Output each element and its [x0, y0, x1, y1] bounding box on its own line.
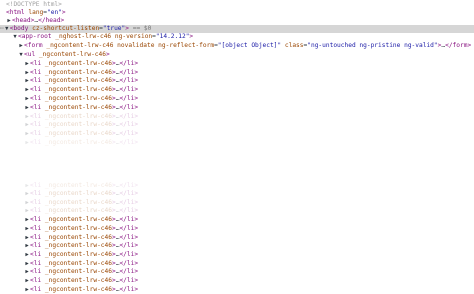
- list-item[interactable]: ▶<li _ngcontent-lrw-c46>…</li>: [0, 207, 474, 215]
- list-item[interactable]: ▶<li _ngcontent-lrw-c46>…</li>: [0, 199, 474, 207]
- ul-node[interactable]: ▼<ul _ngcontent-lrw-c46>: [0, 51, 474, 59]
- list-item[interactable]: ▶<li _ngcontent-lrw-c46>…</li>: [0, 242, 474, 250]
- list-item[interactable]: ▶<li _ngcontent-lrw-c46>…</li>: [0, 190, 474, 198]
- body-node[interactable]: ⋯▼<body cz-shortcut-listen="true"> == $0: [0, 25, 474, 34]
- doctype-text: <!DOCTYPE html>: [6, 1, 62, 8]
- selected-marker: == $0: [132, 25, 152, 32]
- list-item[interactable]: ▶<li _ngcontent-lrw-c46>…</li>: [0, 182, 474, 190]
- list-item[interactable]: ▶<li _ngcontent-lrw-c46>…</li>: [0, 86, 474, 94]
- doctype-node[interactable]: <!DOCTYPE html>: [0, 1, 474, 9]
- list-item[interactable]: ▶<li _ngcontent-lrw-c46>…</li>: [0, 95, 474, 103]
- list-item[interactable]: ▶<li _ngcontent-lrw-c46>…</li>: [0, 60, 474, 68]
- app-root-node[interactable]: ▼<app-root _nghost-lrw-c46 ng-version="1…: [0, 33, 474, 41]
- list-item[interactable]: ▶<li _ngcontent-lrw-c46>…</li>: [0, 234, 474, 242]
- list-item[interactable]: ▶<li _ngcontent-lrw-c46>…</li>: [0, 130, 474, 138]
- list-item[interactable]: ▶<li _ngcontent-lrw-c46>…</li>: [0, 277, 474, 285]
- list-item[interactable]: ▶<li _ngcontent-lrw-c46>…</li>: [0, 77, 474, 85]
- dom-tree-panel: <!DOCTYPE html> <html lang="en"> ▶<head>…: [0, 0, 474, 293]
- html-node[interactable]: <html lang="en">: [0, 9, 474, 17]
- list-item[interactable]: ▶<li _ngcontent-lrw-c46>…</li>: [0, 69, 474, 77]
- list-item[interactable]: ▶<li _ngcontent-lrw-c46>…</li>: [0, 216, 474, 224]
- list-item[interactable]: ▶<li _ngcontent-lrw-c46>…</li>: [0, 104, 474, 112]
- list-item[interactable]: ▶<li _ngcontent-lrw-c46>…</li>: [0, 268, 474, 276]
- list-item[interactable]: ▶<li _ngcontent-lrw-c46>…</li>: [0, 113, 474, 121]
- list-item[interactable]: ▶<li _ngcontent-lrw-c46>…</li>: [0, 260, 474, 268]
- head-node[interactable]: ▶<head>…</head>: [0, 17, 474, 25]
- form-node[interactable]: ▶<form _ngcontent-lrw-c46 novalidate ng-…: [0, 42, 474, 50]
- list-item[interactable]: ▶<li _ngcontent-lrw-c46>…</li>: [0, 251, 474, 259]
- list-item[interactable]: ▶<li _ngcontent-lrw-c46>…</li>: [0, 139, 474, 147]
- list-item[interactable]: ▶<li _ngcontent-lrw-c46>…</li>: [0, 225, 474, 233]
- list-item[interactable]: ▶<li _ngcontent-lrw-c46>…</li>: [0, 121, 474, 129]
